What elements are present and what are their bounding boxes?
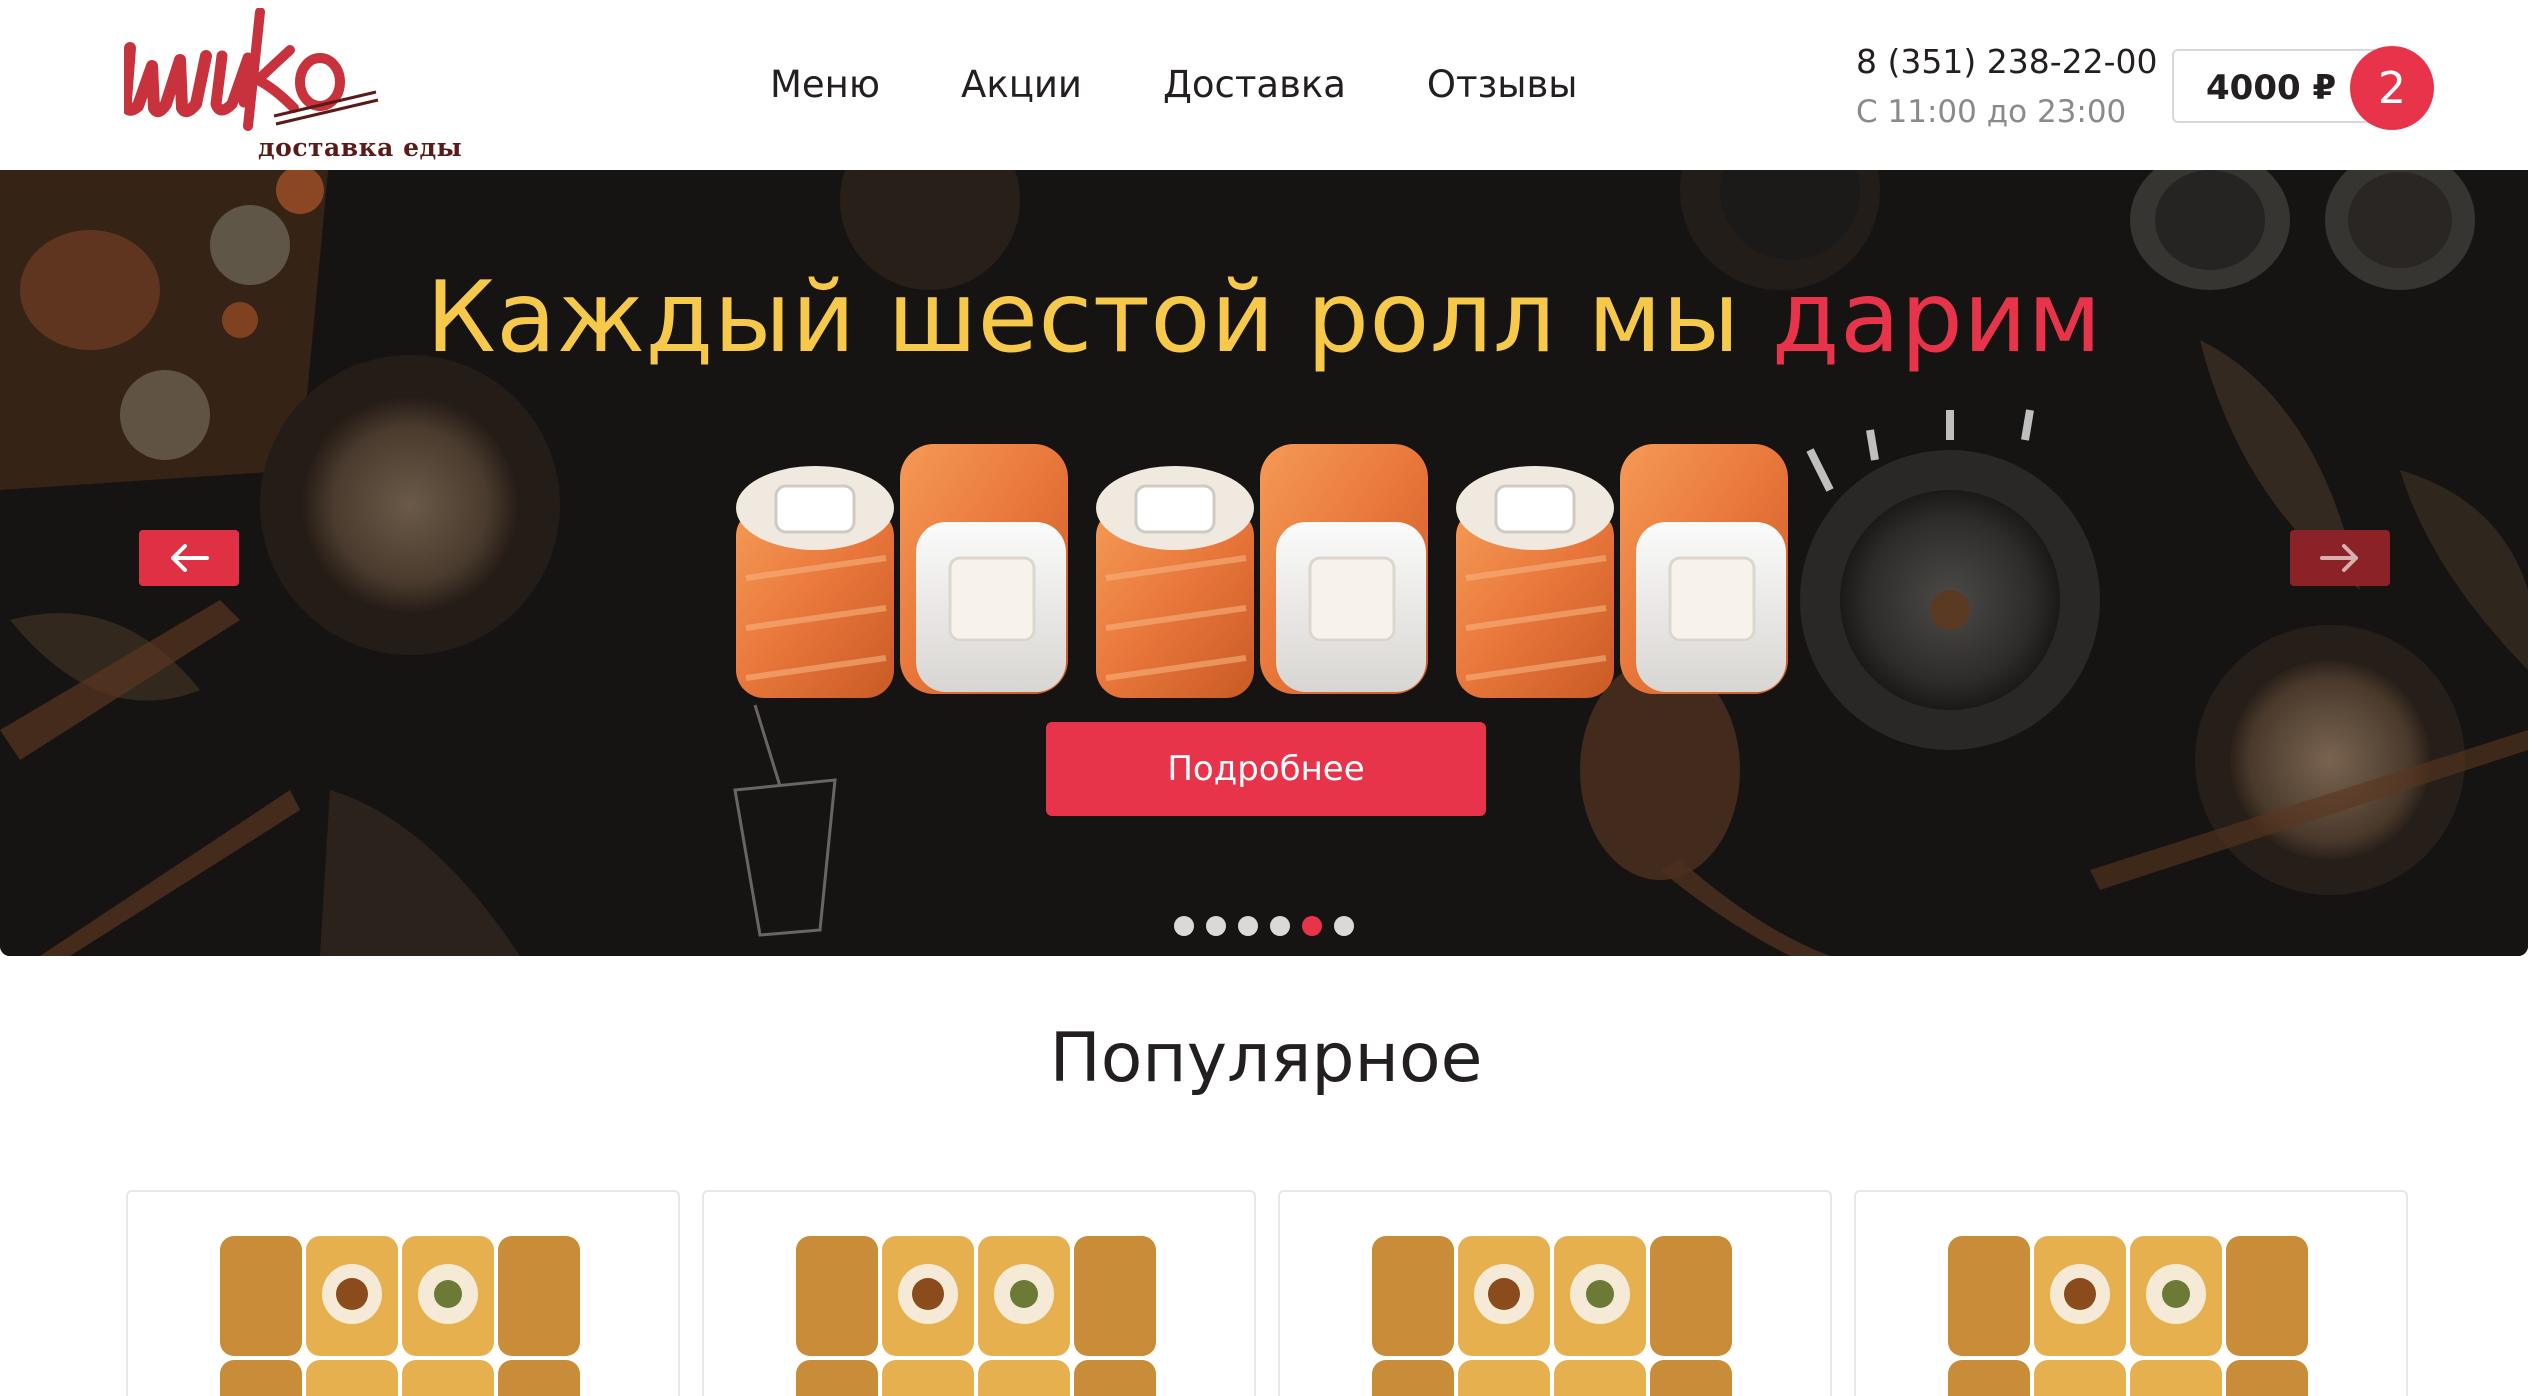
cart-total: 4000 ₽ xyxy=(2206,68,2337,108)
arrow-right-icon xyxy=(2320,544,2358,572)
popular-products xyxy=(126,1190,2408,1396)
more-details-button[interactable]: Подробнее xyxy=(1046,722,1486,816)
product-card[interactable] xyxy=(702,1190,1256,1396)
slider-dot[interactable] xyxy=(1238,916,1258,936)
slider-prev-button[interactable] xyxy=(139,530,239,586)
section-title-popular: Популярное xyxy=(1049,1019,1483,1098)
arrow-left-icon xyxy=(171,544,209,572)
logo-wordmark-icon xyxy=(120,7,379,131)
site-header: доставка еды Меню Акции Доставка Отзывы … xyxy=(0,0,2532,170)
slider-dot-active[interactable] xyxy=(1302,916,1322,936)
product-image xyxy=(1372,1236,1732,1396)
contacts: 8 (351) 238-22-00 С 11:00 до 23:00 xyxy=(1856,38,2158,136)
banner-title-accent: дарим xyxy=(1771,261,2102,375)
slider-dot[interactable] xyxy=(1174,916,1194,936)
banner-title: Каждый шестой ролл мы дарим xyxy=(0,258,2528,378)
nav-promotions[interactable]: Акции xyxy=(961,60,1082,110)
nav-reviews[interactable]: Отзывы xyxy=(1427,60,1578,110)
nav-menu[interactable]: Меню xyxy=(770,60,880,110)
banner-title-main: Каждый шестой ролл мы xyxy=(426,261,1772,375)
product-image xyxy=(220,1236,580,1396)
product-card[interactable] xyxy=(1278,1190,1832,1396)
logo-subtitle: доставка еды xyxy=(258,133,463,162)
product-image xyxy=(1948,1236,2308,1396)
cart-count-badge[interactable]: 2 xyxy=(2350,46,2434,130)
product-card[interactable] xyxy=(1854,1190,2408,1396)
slider-next-button[interactable] xyxy=(2290,530,2390,586)
phone-number[interactable]: 8 (351) 238-22-00 xyxy=(1856,38,2158,86)
product-image xyxy=(796,1236,1156,1396)
slider-dot[interactable] xyxy=(1270,916,1290,936)
product-card[interactable] xyxy=(126,1190,680,1396)
slider-dot[interactable] xyxy=(1334,916,1354,936)
main-nav: Меню Акции Доставка Отзывы xyxy=(770,60,1578,110)
hero-banner: Каждый шестой ролл мы дарим Подробнее xyxy=(0,170,2528,956)
nav-delivery[interactable]: Доставка xyxy=(1163,60,1346,110)
slider-dot[interactable] xyxy=(1206,916,1226,936)
slider-dots xyxy=(1174,916,1354,936)
working-hours: С 11:00 до 23:00 xyxy=(1856,94,2127,130)
